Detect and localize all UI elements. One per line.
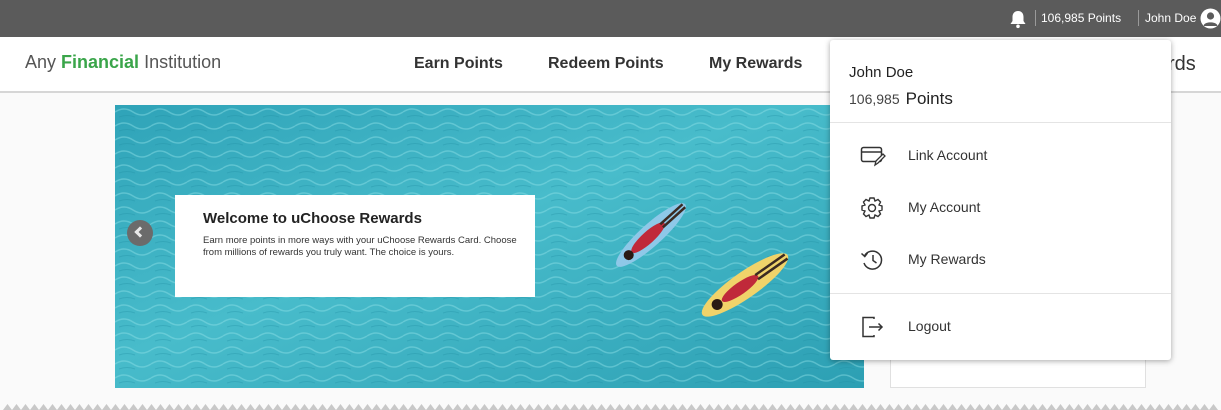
menu-item-logout[interactable]: Logout — [830, 306, 1171, 346]
divider — [1138, 10, 1139, 26]
card-link-icon — [860, 144, 886, 168]
institution-logo[interactable]: Any Financial Institution — [25, 52, 221, 73]
nav-partial-item[interactable]: rds — [1168, 53, 1196, 76]
carousel-prev-button[interactable] — [127, 220, 153, 246]
user-dropdown-menu: John Doe 106,985 Points Link Account My A… — [830, 40, 1171, 360]
divider — [830, 122, 1171, 123]
dropdown-user-name: John Doe — [849, 64, 914, 81]
scalloped-divider — [3, 402, 1218, 410]
welcome-title: Welcome to uChoose Rewards — [203, 210, 422, 227]
points-balance[interactable]: 106,985 Points — [1041, 11, 1121, 25]
divider — [830, 293, 1171, 294]
menu-item-my-account[interactable]: My Account — [830, 187, 1171, 227]
dropdown-points: 106,985 Points — [849, 89, 953, 108]
user-name[interactable]: John Doe — [1145, 11, 1196, 25]
welcome-card: Welcome to uChoose Rewards Earn more poi… — [175, 195, 535, 297]
chevron-left-icon — [134, 226, 146, 238]
menu-item-link-account[interactable]: Link Account — [830, 135, 1171, 175]
history-icon — [860, 248, 886, 272]
gear-icon — [860, 196, 886, 220]
menu-item-my-rewards[interactable]: My Rewards — [830, 239, 1171, 279]
divider — [1035, 10, 1036, 26]
logout-icon — [860, 315, 886, 339]
nav-earn-points[interactable]: Earn Points — [414, 55, 503, 73]
nav-my-rewards[interactable]: My Rewards — [709, 55, 802, 73]
welcome-description: Earn more points in more ways with your … — [203, 235, 517, 258]
nav-redeem-points[interactable]: Redeem Points — [548, 55, 664, 73]
top-utility-bar: 106,985 Points John Doe — [0, 0, 1221, 37]
bell-icon[interactable] — [1009, 9, 1027, 29]
user-circle-icon[interactable] — [1200, 8, 1221, 29]
